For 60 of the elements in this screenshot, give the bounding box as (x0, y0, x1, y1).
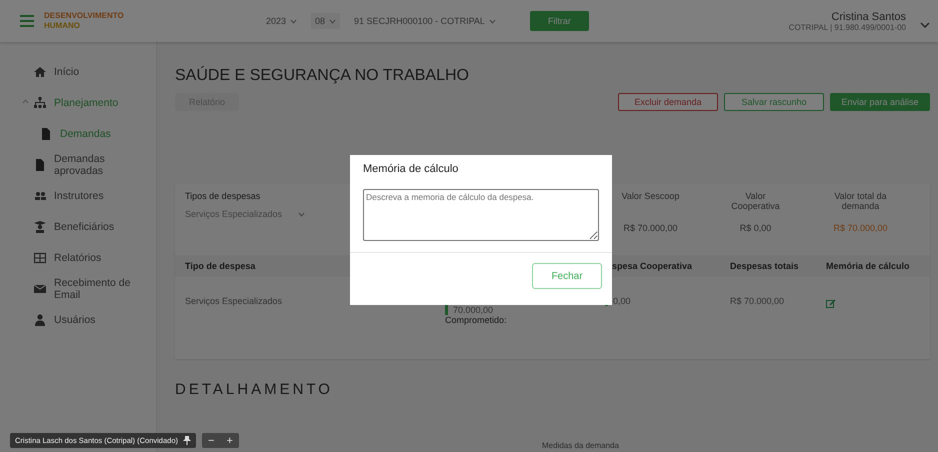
total-label: Valor Sescoop (622, 191, 680, 203)
total-value: R$ 70.000,00 (623, 223, 678, 233)
filter-button[interactable]: Filtrar (530, 11, 589, 31)
table-cell-text: Serviços Especializados (185, 296, 284, 308)
column-header: Despesas totais (730, 261, 800, 271)
table-cell-text: Comprometido: (445, 315, 508, 325)
sidebar-item[interactable]: Demandas (0, 118, 156, 149)
total-value: R$ 70.000,00 (833, 223, 888, 233)
chevron-down-icon (298, 212, 305, 216)
pin-icon (183, 436, 191, 445)
sitemap-icon (34, 96, 46, 108)
logo-text: HUMANO (44, 21, 81, 31)
action-button[interactable]: Salvar rascunho (724, 93, 824, 111)
graduate-icon (34, 220, 46, 232)
action-button[interactable]: Enviar para análise (830, 93, 930, 111)
action-button[interactable]: Excluir demanda (618, 93, 718, 111)
field-label: Medidas da demanda (542, 441, 619, 450)
home-icon (34, 66, 46, 78)
section-title: DETALHAMENTO (175, 381, 334, 398)
sidebar-item[interactable]: Instrutores (0, 180, 156, 211)
page-title: SAÚDE E SEGURANÇA NO TRABALHO (175, 66, 470, 86)
caret-icon (22, 99, 29, 104)
sidebar-item[interactable]: Recebimento de Email (0, 273, 156, 304)
logo-text: DESENVOLVIMENTO (44, 11, 125, 21)
users-icon (34, 190, 46, 202)
user-icon (34, 314, 46, 326)
filter-select[interactable]: 08 (311, 13, 340, 29)
chevron-down-icon (290, 18, 298, 24)
column-header: Tipo de despesa (185, 261, 256, 271)
zoom-in-button[interactable]: + (220, 433, 239, 448)
table-icon (34, 252, 46, 264)
sidebar-item[interactable]: Relatórios (0, 242, 156, 273)
table-cell-text: R$ 70.000,00 (730, 296, 786, 308)
sidebar-item[interactable]: Planejamento (0, 87, 156, 118)
menu-icon[interactable] (20, 15, 34, 27)
sidebar-item[interactable]: Usuários (0, 304, 156, 335)
total-label: Valor Cooperativa (730, 191, 781, 213)
filter-select[interactable]: 2023 (262, 13, 302, 29)
close-button[interactable]: Fechar (532, 263, 602, 289)
mail-icon (34, 282, 46, 294)
user-name: Cristina Santos (831, 10, 906, 22)
column-header: spesa Cooperativa (611, 261, 694, 271)
dialog-title: Memória de cálculo (363, 163, 460, 175)
chevron-down-icon[interactable] (920, 22, 930, 28)
sidebar-item[interactable]: Beneficiários (0, 211, 156, 242)
chevron-down-icon (329, 18, 336, 24)
sidebar-item[interactable]: Demandas aprovadas (0, 149, 156, 180)
document-icon (34, 158, 46, 170)
user-detail: COTRIPAL | 91.980.499/0001-00 (788, 22, 906, 32)
zoom-out-button[interactable]: − (202, 433, 220, 448)
column-header: Memória de cálculo (825, 261, 911, 271)
total-value: R$ 0,00 (740, 223, 772, 233)
chevron-down-icon (488, 18, 496, 24)
field-label: Tipos de despesas (185, 191, 260, 201)
total-label: Valor total da demanda (833, 191, 888, 213)
sidebar-item[interactable]: Início (0, 56, 156, 87)
edit-icon[interactable] (826, 299, 836, 309)
calculation-field[interactable]: Descreva a memoria de cálculo da despesa. (363, 189, 599, 241)
filter-select[interactable]: 91 SECJRH000100 - COTRIPAL (350, 13, 500, 29)
document-icon (40, 128, 52, 140)
